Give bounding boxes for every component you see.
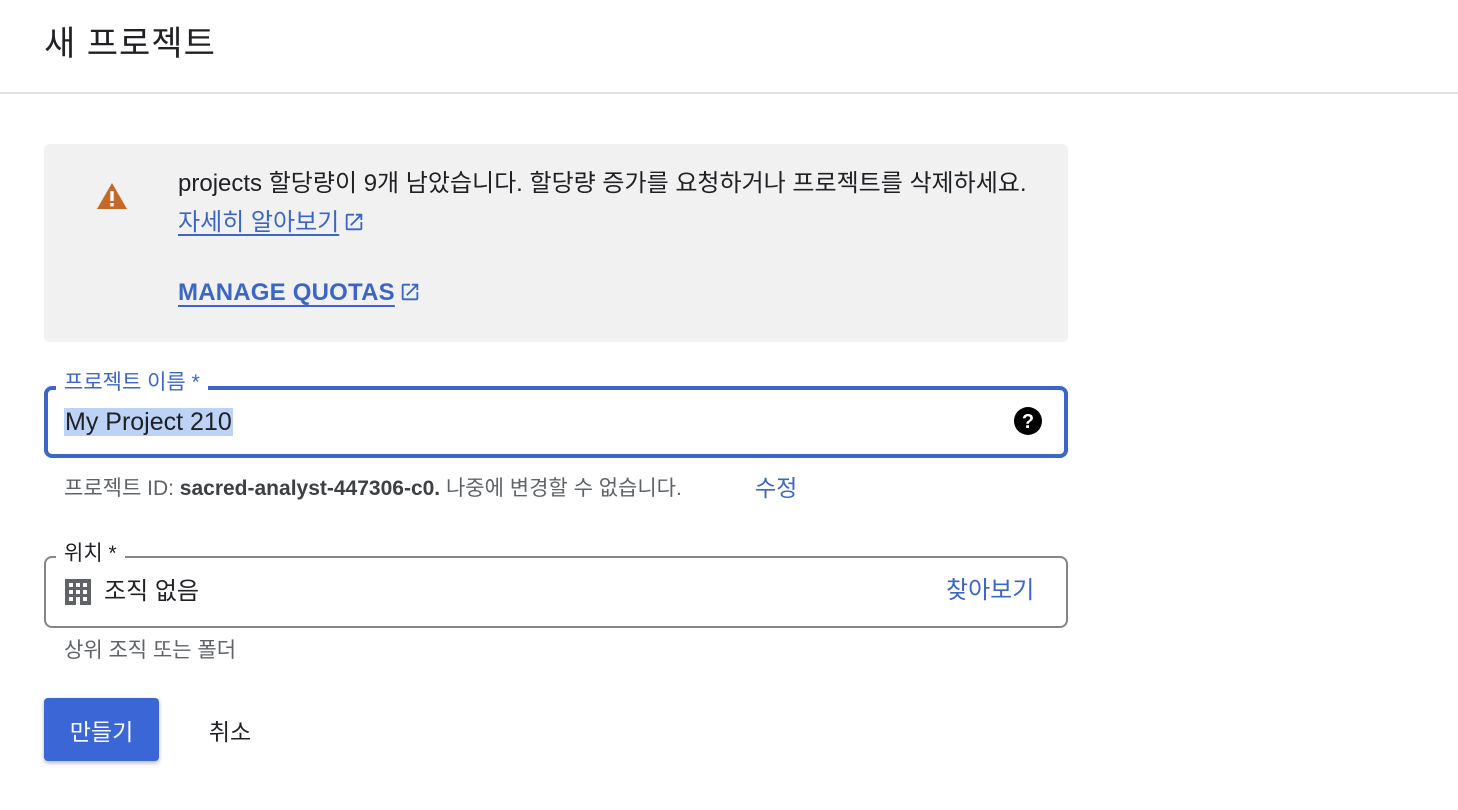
page-title: 새 프로젝트 <box>44 25 216 63</box>
edit-project-id-link[interactable]: 수정 <box>755 472 797 504</box>
project-name-value[interactable]: My Project 210 <box>64 408 233 436</box>
page-header: 새 프로젝트 <box>0 0 1458 94</box>
project-id-suffix: 나중에 변경할 수 없습니다. <box>445 477 682 500</box>
location-value: 조직 없음 <box>104 578 199 605</box>
quota-message: projects 할당량이 9개 남았습니다. 할당량 증가를 요청하거나 프로… <box>178 164 1038 242</box>
project-id-hint: 프로젝트 ID: sacred-analyst-447306-c0. 나중에 변… <box>64 474 682 504</box>
location-hint: 상위 조직 또는 폴더 <box>64 639 237 662</box>
project-id-prefix: 프로젝트 ID: <box>64 477 174 500</box>
help-circle-icon[interactable]: ? <box>1013 406 1043 436</box>
learn-more-label[interactable]: 자세히 알아보기 <box>178 209 339 236</box>
warning-icon <box>97 183 127 209</box>
svg-text:?: ? <box>1022 411 1034 433</box>
project-name-input[interactable]: My Project 210 <box>64 404 233 440</box>
location-label: 위치 * <box>56 540 125 568</box>
browse-button[interactable]: 찾아보기 <box>946 574 1034 608</box>
learn-more-link[interactable]: 자세히 알아보기 <box>178 209 339 236</box>
external-link-icon[interactable] <box>343 211 365 233</box>
project-name-label: 프로젝트 이름 * <box>56 369 208 397</box>
create-button[interactable]: 만들기 <box>44 698 159 761</box>
manage-quotas-link[interactable]: MANAGE QUOTAS <box>178 276 421 310</box>
quota-message-text: projects 할당량이 9개 남았습니다. 할당량 증가를 요청하거나 프로… <box>178 170 1027 197</box>
external-link-icon[interactable] <box>399 281 421 303</box>
manage-quotas-label[interactable]: MANAGE QUOTAS <box>178 279 395 306</box>
building-icon <box>65 579 91 605</box>
cancel-button[interactable]: 취소 <box>184 698 276 761</box>
project-id-value: sacred-analyst-447306-c0. <box>179 477 441 500</box>
